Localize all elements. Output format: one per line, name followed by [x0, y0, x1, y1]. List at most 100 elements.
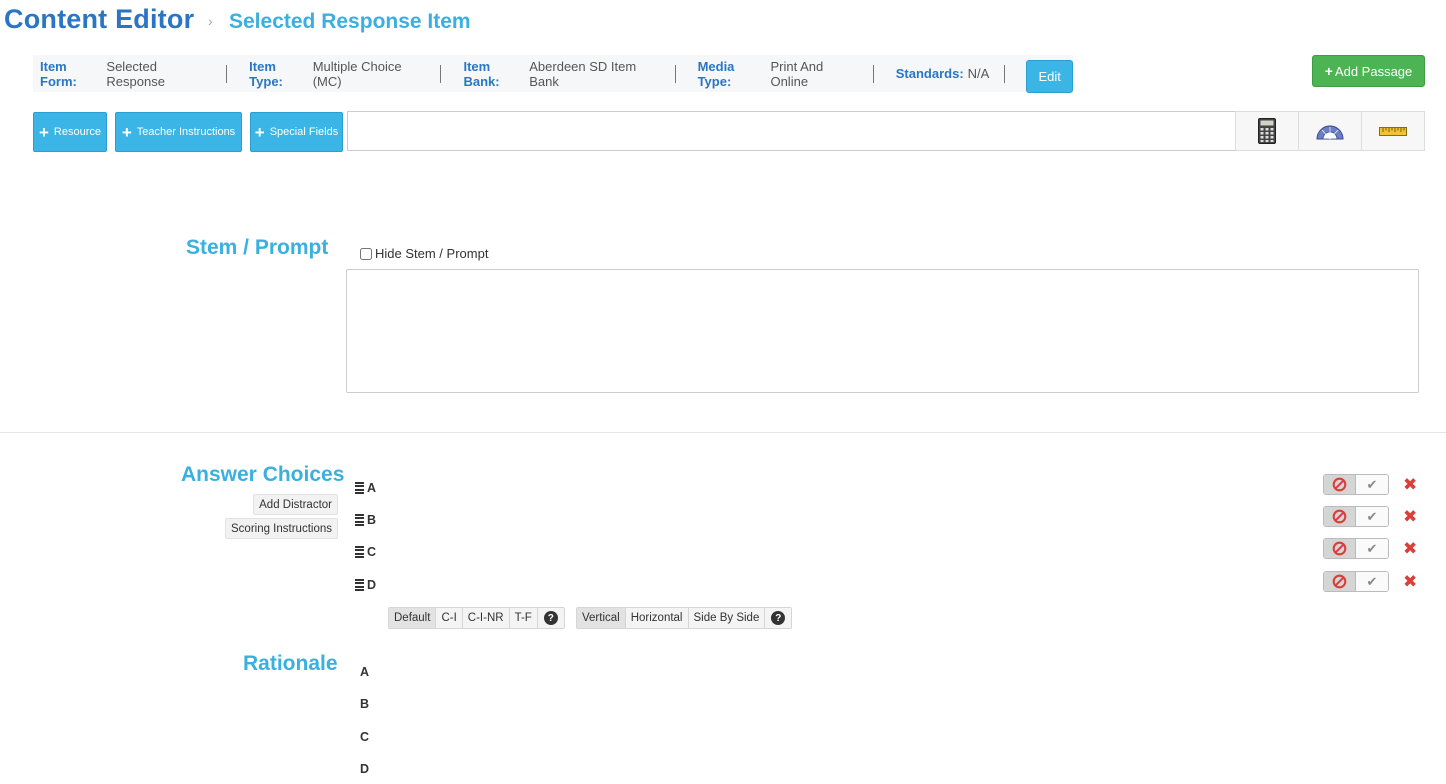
info-value: Aberdeen SD Item Bank — [529, 58, 637, 89]
info-value: Multiple Choice (MC) — [312, 58, 402, 89]
correct-toggle[interactable]: ✔ — [1323, 474, 1389, 495]
delete-choice-icon[interactable]: ✖ — [1403, 540, 1417, 557]
scoring-option-c-i[interactable]: C-I — [436, 608, 463, 628]
info-key: Media Type: — [697, 58, 735, 89]
drag-handle-icon[interactable] — [355, 578, 364, 592]
check-icon: ✔ — [1366, 508, 1378, 524]
choice-letter: B — [367, 513, 377, 527]
plus-icon: + — [121, 122, 132, 142]
section-divider — [0, 432, 1446, 433]
rationale-letter: A — [360, 665, 370, 679]
ruler-icon — [1379, 126, 1407, 136]
scoring-option-t-f[interactable]: T-F — [510, 608, 538, 628]
incorrect-option[interactable] — [1324, 475, 1356, 494]
info-value: Print And Online — [770, 58, 824, 89]
correct-option[interactable]: ✔ — [1356, 475, 1388, 494]
correct-option[interactable]: ✔ — [1356, 572, 1388, 591]
info-key: Item Type: — [249, 58, 283, 89]
plus-icon: + — [38, 122, 49, 142]
choice-controls: ✔ ✖ — [1323, 474, 1417, 495]
rationale-letter: B — [360, 697, 370, 711]
toolbar-text-field[interactable] — [347, 111, 1235, 151]
add-distractor-button[interactable]: Add Distractor — [253, 494, 338, 515]
info-key: Standards: — [895, 66, 964, 81]
teacher-instructions-label: Teacher Instructions — [136, 126, 236, 138]
info-item-type: Item Type: Multiple Choice (MC) — [242, 59, 442, 89]
layout-option-side-by-side[interactable]: Side By Side — [689, 608, 766, 628]
ban-icon — [1332, 574, 1347, 589]
answer-choice-row: C — [355, 545, 376, 559]
item-info-bar: Item Form: Selected Response Item Type: … — [33, 55, 1074, 93]
info-item-form: Item Form: Selected Response — [33, 59, 228, 89]
layout-option-horizontal[interactable]: Horizontal — [626, 608, 689, 628]
scoring-option-c-i-nr[interactable]: C-I-NR — [463, 608, 510, 628]
breadcrumb-separator-icon: › — [208, 13, 213, 29]
scoring-option-default[interactable]: Default — [389, 608, 437, 628]
add-teacher-instructions-button[interactable]: + Teacher Instructions — [115, 112, 242, 152]
rationale-letter: C — [360, 730, 370, 744]
info-key: Item Bank: — [463, 58, 500, 89]
ruler-tool-button[interactable] — [1362, 112, 1424, 150]
ban-icon — [1332, 541, 1347, 556]
answer-choices-heading: Answer Choices — [181, 463, 345, 486]
add-resource-button[interactable]: + Resource — [33, 112, 107, 152]
info-standards: Standards: N/A — [889, 64, 1006, 83]
page-title: Content Editor — [4, 4, 195, 34]
ban-icon — [1332, 477, 1347, 492]
question-icon: ? — [771, 611, 786, 625]
drag-handle-icon[interactable] — [355, 481, 364, 495]
incorrect-option[interactable] — [1324, 507, 1356, 526]
info-value: N/A — [967, 66, 990, 81]
correct-option[interactable]: ✔ — [1356, 507, 1388, 526]
plus-icon: + — [1324, 63, 1333, 79]
layout-type-group: Vertical Horizontal Side By Side ? — [576, 607, 793, 629]
choice-controls: ✔ ✖ — [1323, 571, 1417, 592]
info-key: Item Form: — [40, 58, 77, 89]
resource-label: Resource — [53, 126, 101, 138]
info-value: Selected Response — [106, 58, 165, 89]
answer-choice-row: A — [355, 481, 376, 495]
check-icon: ✔ — [1366, 476, 1378, 492]
correct-option[interactable]: ✔ — [1356, 539, 1388, 558]
answer-choice-row: D — [355, 578, 376, 592]
protractor-tool-button[interactable] — [1299, 112, 1362, 150]
rationale-letter: D — [360, 762, 370, 776]
delete-choice-icon[interactable]: ✖ — [1403, 508, 1417, 525]
breadcrumb-current: Selected Response Item — [229, 10, 471, 33]
check-icon: ✔ — [1366, 573, 1378, 589]
choice-letter: D — [367, 578, 377, 592]
protractor-icon — [1316, 125, 1344, 140]
choice-controls: ✔ ✖ — [1323, 506, 1417, 527]
hide-stem-option[interactable]: Hide Stem / Prompt — [360, 246, 488, 261]
choice-controls: ✔ ✖ — [1323, 538, 1417, 559]
correct-toggle[interactable]: ✔ — [1323, 538, 1389, 559]
correct-toggle[interactable]: ✔ — [1323, 571, 1389, 592]
correct-toggle[interactable]: ✔ — [1323, 506, 1389, 527]
hide-stem-checkbox[interactable] — [360, 247, 372, 260]
info-media-type: Media Type: Print And Online — [691, 59, 874, 89]
plus-icon: + — [254, 122, 265, 142]
drag-handle-icon[interactable] — [355, 545, 364, 559]
incorrect-option[interactable] — [1324, 572, 1356, 591]
incorrect-option[interactable] — [1324, 539, 1356, 558]
check-icon: ✔ — [1366, 540, 1378, 556]
hide-stem-label: Hide Stem / Prompt — [375, 246, 489, 261]
delete-choice-icon[interactable]: ✖ — [1403, 573, 1417, 590]
answer-choice-row: B — [355, 513, 376, 527]
layout-option-vertical[interactable]: Vertical — [577, 608, 626, 628]
scoring-help-button[interactable]: ? — [538, 608, 564, 628]
rationale-heading: Rationale — [243, 652, 338, 675]
choice-letter: C — [367, 545, 377, 559]
layout-help-button[interactable]: ? — [765, 608, 791, 628]
drag-handle-icon[interactable] — [355, 513, 364, 527]
scoring-instructions-button[interactable]: Scoring Instructions — [225, 518, 338, 539]
scoring-type-group: Default C-I C-I-NR T-F ? — [388, 607, 565, 629]
add-passage-button[interactable]: + Add Passage — [1312, 55, 1425, 87]
edit-button[interactable]: Edit — [1026, 60, 1074, 93]
add-passage-label: Add Passage — [1334, 63, 1413, 79]
ban-icon — [1332, 509, 1347, 524]
calculator-tool-button[interactable] — [1236, 112, 1299, 150]
stem-editor[interactable] — [346, 269, 1419, 393]
delete-choice-icon[interactable]: ✖ — [1403, 476, 1417, 493]
add-special-fields-button[interactable]: + Special Fields — [250, 112, 343, 152]
